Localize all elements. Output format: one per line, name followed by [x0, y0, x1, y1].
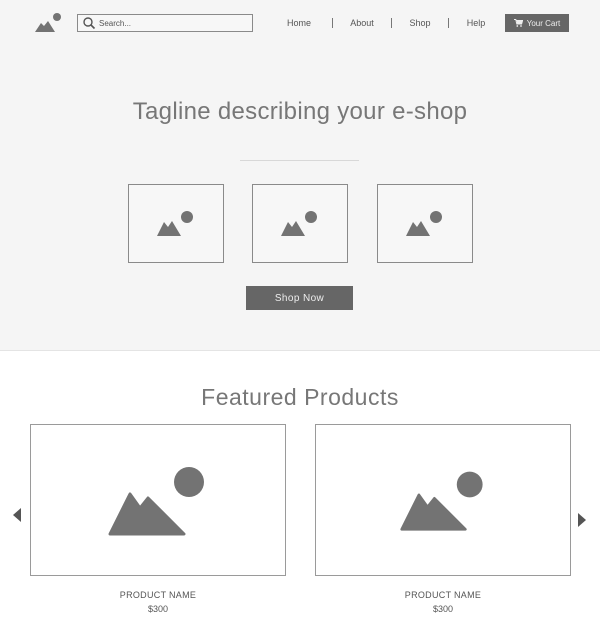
featured-products-title: Featured Products: [201, 384, 399, 410]
nav-shop[interactable]: Shop: [408, 18, 432, 28]
shop-now-button[interactable]: Shop Now: [246, 286, 353, 310]
nav-divider: [332, 18, 333, 28]
hero-section: Home About Shop Help Your Cart Tagline d…: [0, 0, 600, 351]
hero-tagline: Tagline describing your e-shop: [132, 98, 468, 125]
nav-divider: [448, 18, 449, 28]
image-placeholder-icon: [400, 471, 483, 531]
product-card-2[interactable]: [315, 424, 571, 576]
search-icon: [83, 17, 96, 30]
product-card-1[interactable]: [30, 424, 286, 576]
carousel-next[interactable]: [577, 513, 587, 527]
cart-icon: [513, 19, 523, 27]
image-placeholder-icon: [406, 210, 442, 236]
image-placeholder-icon: [281, 210, 317, 236]
nav-home[interactable]: Home: [282, 18, 316, 28]
nav-divider: [391, 18, 392, 28]
logo[interactable]: [34, 12, 64, 34]
product-price: $300: [432, 604, 454, 614]
hero-image-3: [377, 184, 473, 263]
search-box[interactable]: [77, 14, 253, 32]
arrow-right-icon: [578, 513, 586, 527]
nav-about[interactable]: About: [349, 18, 375, 28]
product-name[interactable]: PRODUCT NAME: [30, 590, 286, 600]
hero-image-1: [128, 184, 224, 263]
carousel-prev[interactable]: [12, 508, 22, 522]
image-placeholder-icon: [108, 467, 204, 536]
arrow-left-icon: [13, 508, 21, 522]
cart-label: Your Cart: [526, 18, 561, 28]
image-placeholder-icon: [35, 13, 61, 32]
hero-image-2: [252, 184, 348, 263]
main-nav: Home About Shop Help: [282, 16, 487, 30]
product-price: $300: [147, 604, 169, 614]
product-name[interactable]: PRODUCT NAME: [315, 590, 571, 600]
hero-divider: [240, 160, 359, 161]
nav-help[interactable]: Help: [465, 18, 487, 28]
search-input[interactable]: [99, 16, 249, 30]
cart-button[interactable]: Your Cart: [505, 14, 569, 32]
image-placeholder-icon: [157, 210, 193, 236]
